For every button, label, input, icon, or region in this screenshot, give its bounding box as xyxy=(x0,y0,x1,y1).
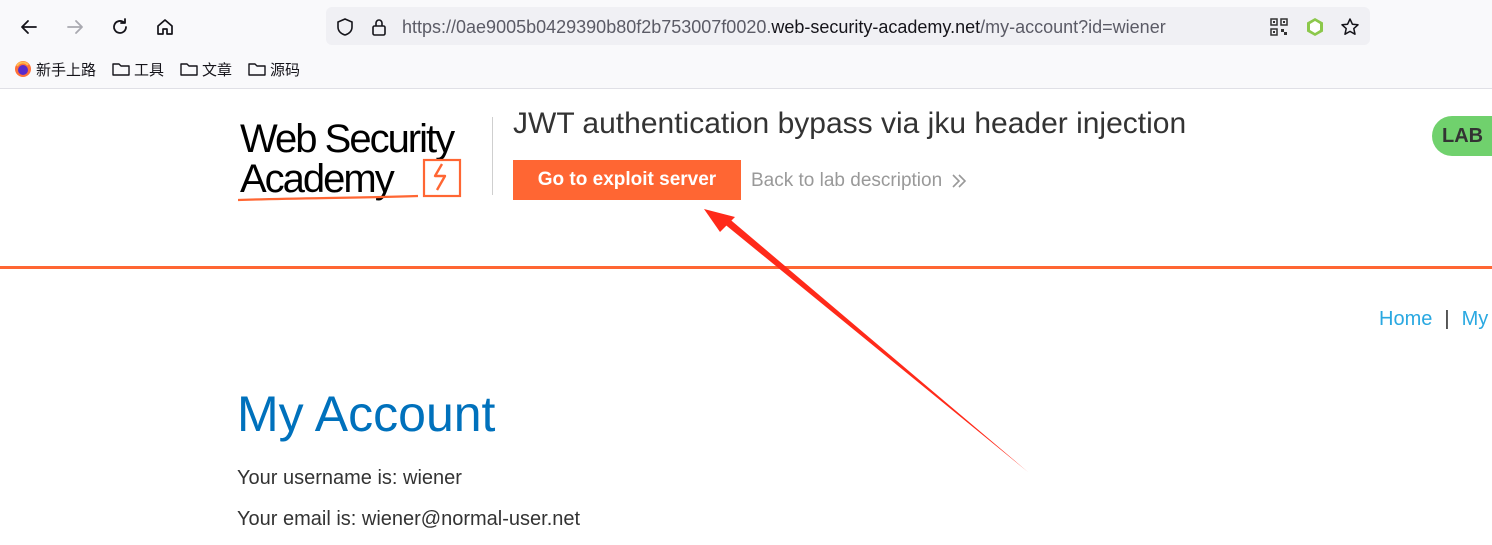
site-info-button[interactable] xyxy=(368,16,390,38)
bookmark-folder-label: 源码 xyxy=(270,61,301,79)
url-path: /my-account?id=wiener xyxy=(980,17,1166,37)
folder-icon xyxy=(248,63,266,76)
url-bar[interactable]: https://0ae9005b0429390b80f2b753007f0020… xyxy=(326,7,1370,45)
my-account-link[interactable]: My xyxy=(1462,308,1489,330)
tracking-protection-button[interactable] xyxy=(334,16,356,38)
top-navigation: Home | My xyxy=(1379,308,1488,331)
url-text[interactable]: https://0ae9005b0429390b80f2b753007f0020… xyxy=(402,17,1166,38)
logo-line2: Academy xyxy=(240,157,395,201)
firefox-icon xyxy=(15,61,31,77)
bookmark-folder[interactable]: 源码 xyxy=(248,59,300,80)
academy-logo[interactable]: Web Security Academy xyxy=(237,114,490,206)
bookmark-item[interactable]: 新手上路 xyxy=(14,59,96,80)
email-text: Your email is: wiener@normal-user.net xyxy=(237,508,581,530)
go-to-exploit-server-button[interactable]: Go to exploit server xyxy=(513,160,741,200)
url-prefix: https://0ae9005b0429390b80f2b753007f0020… xyxy=(402,17,772,37)
lab-title: JWT authentication bypass via jku header… xyxy=(513,107,1187,140)
nodejs-extension-button[interactable] xyxy=(1304,16,1326,38)
bookmark-star-button[interactable] xyxy=(1339,16,1361,38)
folder-icon xyxy=(180,63,198,76)
logo-graphic: Web Security Academy xyxy=(237,117,462,202)
bookmark-folder-label: 文章 xyxy=(202,61,233,79)
back-link-label: Back to lab description xyxy=(751,170,943,191)
home-link[interactable]: Home xyxy=(1379,308,1432,330)
back-to-lab-description-link[interactable]: Back to lab description xyxy=(751,170,968,192)
folder-icon xyxy=(112,63,130,76)
bookmark-folder[interactable]: 文章 xyxy=(180,59,232,80)
star-icon xyxy=(1341,18,1359,35)
web-page: Web Security Academy JWT authentication … xyxy=(0,89,1492,545)
bookmark-folder[interactable]: 工具 xyxy=(112,59,164,80)
reload-button[interactable] xyxy=(105,12,135,42)
forward-button[interactable] xyxy=(60,12,90,42)
bookmarks-bar: 新手上路 工具 文章 源码 xyxy=(14,58,300,80)
forward-arrow-icon xyxy=(67,20,83,34)
header-rule xyxy=(0,266,1492,269)
username-text: Your username is: wiener xyxy=(237,467,462,489)
qr-code-icon xyxy=(1270,18,1288,36)
reload-icon xyxy=(113,18,127,34)
back-arrow-icon xyxy=(21,20,37,34)
lab-status-badge: LAB xyxy=(1432,116,1492,156)
home-button[interactable] xyxy=(150,12,180,42)
url-domain: web-security-academy.net xyxy=(771,17,981,37)
header-divider xyxy=(492,117,493,195)
bookmark-folder-label: 工具 xyxy=(134,61,165,79)
back-button[interactable] xyxy=(14,12,44,42)
nodejs-extension-icon xyxy=(1307,18,1323,36)
page-title: My Account xyxy=(237,386,496,442)
lock-icon xyxy=(372,19,386,36)
double-chevron-right-icon xyxy=(952,174,967,188)
bookmark-label: 新手上路 xyxy=(36,61,97,79)
shield-icon xyxy=(337,18,353,36)
browser-toolbar: https://0ae9005b0429390b80f2b753007f0020… xyxy=(0,0,1492,89)
qr-code-button[interactable] xyxy=(1268,16,1290,38)
home-icon xyxy=(157,19,173,35)
logo-line1: Web Security xyxy=(240,117,455,161)
nav-separator: | xyxy=(1444,308,1450,330)
